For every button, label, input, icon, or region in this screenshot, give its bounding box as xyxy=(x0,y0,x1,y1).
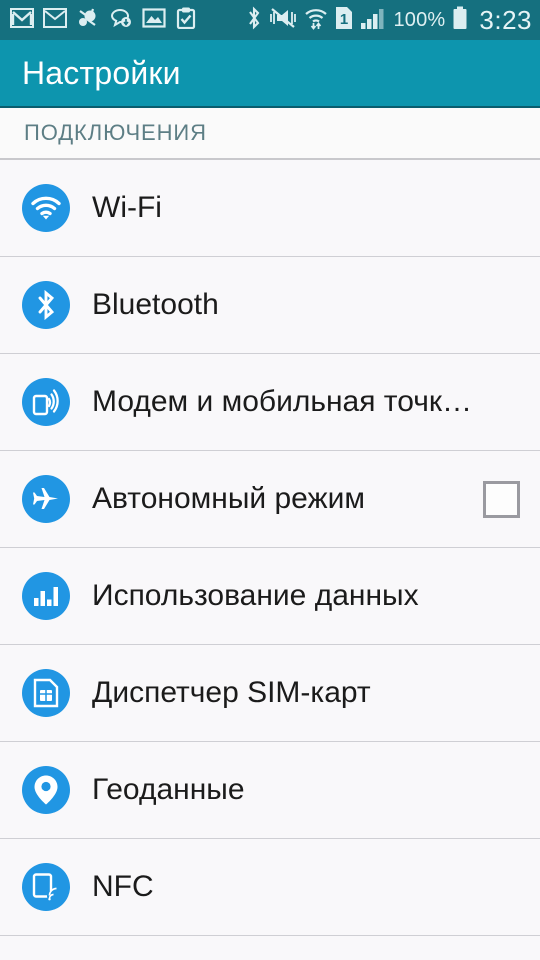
settings-row[interactable]: Использование данных xyxy=(0,548,540,645)
settings-row[interactable]: Bluetooth xyxy=(0,257,540,354)
chat-download-icon xyxy=(109,8,133,33)
airplane-icon xyxy=(22,475,70,523)
settings-row-label: Bluetooth xyxy=(92,288,219,321)
settings-row[interactable]: Wi-Fi xyxy=(0,160,540,257)
email-icon xyxy=(43,7,67,33)
settings-row-label: Геоданные xyxy=(92,773,245,806)
battery-full-icon xyxy=(452,6,468,35)
gmail-icon xyxy=(10,7,34,33)
wifi-icon xyxy=(22,184,70,232)
settings-row[interactable]: NFC xyxy=(0,839,540,936)
vibrate-mute-icon xyxy=(269,7,297,34)
settings-list: Wi-Fi Bluetooth Модем и мобильная точк… Авт… xyxy=(0,160,540,936)
page-title: Настройки xyxy=(22,54,181,91)
section-header-connections: ПОДКЛЮЧЕНИЯ xyxy=(0,108,540,160)
status-bar-clock: 3:23 xyxy=(479,4,532,35)
location-pin-icon xyxy=(22,766,70,814)
bluetooth-icon xyxy=(22,281,70,329)
bluetooth-icon xyxy=(246,5,262,35)
status-bar-system-icons: 1 100% 3:23 xyxy=(246,5,532,36)
settings-row[interactable]: Геоданные xyxy=(0,742,540,839)
action-bar: Настройки xyxy=(0,40,540,108)
settings-row-label: NFC xyxy=(92,870,154,903)
signal-bars-icon xyxy=(360,7,386,34)
settings-row-label: Использование данных xyxy=(92,579,419,612)
status-bar: 1 100% 3:23 xyxy=(0,0,540,40)
status-bar-notification-icons xyxy=(10,7,197,34)
settings-row[interactable]: Модем и мобильная точк… xyxy=(0,354,540,451)
data-usage-icon xyxy=(22,572,70,620)
wifi-transfer-icon xyxy=(304,6,328,35)
settings-row-label: Автономный режим xyxy=(92,482,365,515)
settings-row-label: Wi-Fi xyxy=(92,191,162,224)
svg-text:1: 1 xyxy=(340,11,348,28)
section-header-label: ПОДКЛЮЧЕНИЯ xyxy=(24,120,207,145)
settings-row[interactable]: Диспетчер SIM-карт xyxy=(0,645,540,742)
sim-one-icon: 1 xyxy=(335,6,353,35)
settings-row-label: Диспетчер SIM-карт xyxy=(92,676,371,709)
tethering-icon xyxy=(22,378,70,426)
gallery-image-icon xyxy=(142,7,166,33)
settings-row-label: Модем и мобильная точк… xyxy=(92,385,472,418)
battery-percent-label: 100% xyxy=(393,8,446,31)
swarm-icon xyxy=(76,7,100,34)
airplane-mode-checkbox[interactable] xyxy=(483,480,520,518)
nfc-icon xyxy=(22,863,70,911)
settings-row[interactable]: Автономный режим xyxy=(0,451,540,548)
sim-card-icon xyxy=(22,669,70,717)
clipboard-check-icon xyxy=(175,7,197,34)
